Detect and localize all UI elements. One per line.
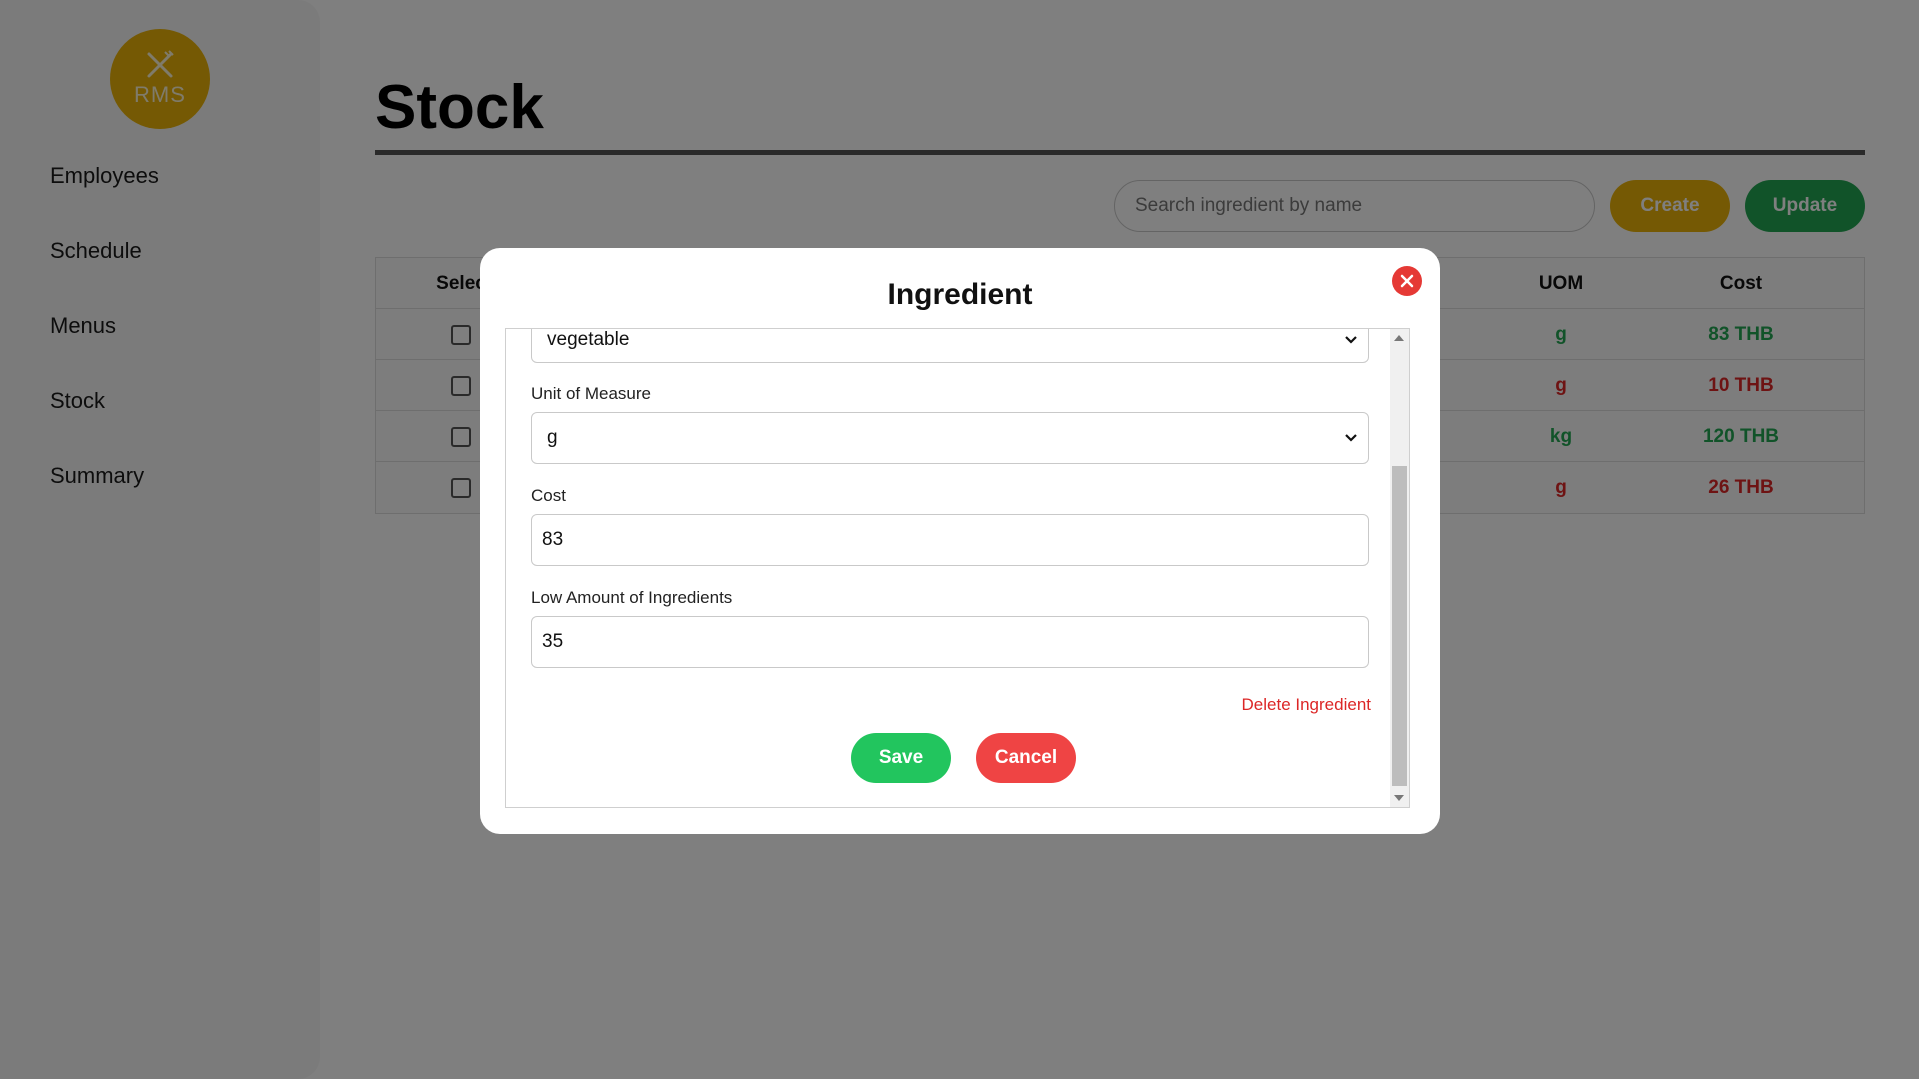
chevron-down-icon: [1345, 434, 1357, 442]
uom-select-value: g: [547, 427, 558, 448]
cost-label: Cost: [531, 486, 566, 505]
save-button[interactable]: Save: [851, 733, 951, 783]
scroll-down-arrow-icon[interactable]: [1394, 795, 1404, 801]
scrollbar-thumb[interactable]: [1392, 466, 1407, 786]
cost-input-value: 83: [542, 529, 564, 550]
low-amount-input-value: 35: [542, 631, 564, 652]
modal-scrollbar[interactable]: [1390, 329, 1409, 807]
close-button[interactable]: [1392, 266, 1422, 296]
cost-input[interactable]: 83: [531, 514, 1369, 566]
modal-title: Ingredient: [887, 278, 1033, 311]
chevron-down-icon: [1345, 336, 1357, 344]
uom-label: Unit of Measure: [531, 384, 651, 403]
delete-ingredient-link[interactable]: Delete Ingredient: [1191, 695, 1371, 715]
modal-form-scroll-area[interactable]: vegetable Unit of Measure g Cost 83 Low …: [505, 328, 1410, 808]
category-select[interactable]: vegetable: [531, 329, 1369, 363]
category-select-value: vegetable: [547, 329, 630, 350]
ingredient-modal: Ingredient vegetable Unit of Measure g C…: [480, 248, 1440, 834]
low-amount-label: Low Amount of Ingredients: [531, 588, 733, 607]
uom-select[interactable]: g: [531, 412, 1369, 464]
close-icon: [1400, 274, 1414, 288]
cancel-button[interactable]: Cancel: [976, 733, 1076, 783]
low-amount-input[interactable]: 35: [531, 616, 1369, 668]
scroll-up-arrow-icon[interactable]: [1394, 335, 1404, 341]
